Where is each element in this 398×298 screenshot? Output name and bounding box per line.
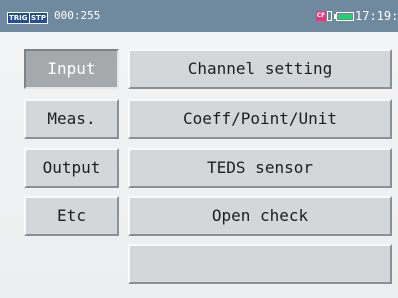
card-slot-icon <box>327 11 332 21</box>
category-output-button[interactable]: Output <box>24 148 119 188</box>
sample-counter: 000:255 <box>54 9 101 22</box>
channel-setting-button[interactable]: Channel setting <box>128 49 392 89</box>
device-screen: TRIG STP 000:255 CF 17:19:07 Input Meas.… <box>0 0 398 298</box>
open-check-button[interactable]: Open check <box>128 196 392 236</box>
cf-card-icon: CF <box>316 11 326 21</box>
stop-indicator: STP <box>29 12 48 24</box>
battery-icon <box>336 12 354 21</box>
teds-sensor-button[interactable]: TEDS sensor <box>128 148 392 188</box>
battery-level <box>338 14 352 19</box>
coeff-point-unit-button[interactable]: Coeff/Point/Unit <box>128 99 392 139</box>
category-etc-button[interactable]: Etc <box>24 196 119 236</box>
empty-menu-button[interactable] <box>128 244 392 284</box>
trig-indicator: TRIG <box>7 12 30 24</box>
category-input-button[interactable]: Input <box>24 49 119 89</box>
status-bar: TRIG STP 000:255 CF 17:19:07 <box>0 0 398 32</box>
category-meas-button[interactable]: Meas. <box>24 99 119 139</box>
clock: 17:19:07 <box>355 9 398 23</box>
